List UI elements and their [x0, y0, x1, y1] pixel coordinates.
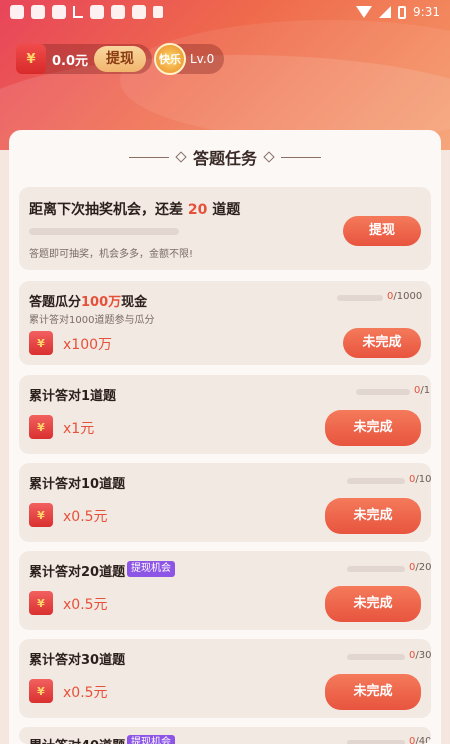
battery-icon [398, 5, 407, 19]
task-status-button[interactable]: 未完成 [325, 674, 421, 710]
withdraw-button[interactable]: 提现 [343, 216, 421, 246]
task-status-button[interactable]: 未完成 [325, 498, 421, 534]
notification-icon [153, 6, 163, 18]
divider [281, 156, 321, 158]
task-progress-text: 0/10 [409, 474, 432, 485]
remaining-count: 20 [187, 202, 208, 218]
task-status-button[interactable]: 未完成 [343, 328, 421, 358]
wifi-icon [356, 6, 373, 18]
signal-icon [379, 6, 392, 18]
task-progress-bar [347, 740, 405, 744]
task-card: 累计答对40道题 提现机会 0/40 [19, 727, 431, 744]
task-reward: x0.5元 [63, 597, 108, 613]
diamond-icon [263, 151, 275, 163]
lottery-progress-card: 距离下次抽奖机会，还差 20 道题 答题即可抽奖，机会多多，金额不限! 提现 [19, 187, 431, 270]
task-progress-bar [347, 654, 405, 660]
task-reward: x0.5元 [63, 509, 108, 525]
task-progress-text: 0/30 [409, 650, 432, 661]
task-progress-text: 0/1 [414, 385, 431, 396]
task-title: 累计答对20道题 [29, 565, 126, 580]
task-progress-bar [356, 389, 410, 395]
task-card: 累计答对20道题 提现机会 0/20 ¥ x0.5元 未完成 [19, 551, 431, 630]
level-label: Lv.0 [190, 52, 215, 66]
notification-icon [132, 5, 146, 19]
status-bar: 9:31 [0, 0, 450, 24]
lottery-progress-bar [29, 228, 179, 235]
red-envelope-icon: ¥ [29, 679, 53, 703]
withdraw-button[interactable]: 提现 [94, 46, 147, 72]
notification-icon [10, 5, 24, 19]
task-progress-text: 0/20 [409, 562, 432, 573]
task-title: 累计答对10道题 [29, 477, 126, 492]
task-title: 累计答对1道题 [29, 389, 117, 404]
red-envelope-icon: ¥ [29, 503, 53, 527]
lottery-hint: 答题即可抽奖，机会多多，金额不限! [29, 249, 194, 260]
status-time: 9:31 [413, 5, 440, 19]
withdraw-chance-tag: 提现机会 [127, 735, 175, 744]
section-header: 答题任务 [9, 144, 441, 170]
wallet-amount: 0.0元 [52, 53, 89, 69]
task-progress-bar [337, 295, 383, 301]
section-title: 答题任务 [192, 149, 257, 168]
red-envelope-icon: ¥ [29, 591, 53, 615]
withdraw-chance-tag: 提现机会 [127, 561, 175, 577]
red-envelope-icon: ¥ [29, 331, 53, 355]
download-icon [73, 6, 83, 18]
task-card: 累计答对10道题 0/10 ¥ x0.5元 未完成 [19, 463, 431, 542]
task-reward: x0.5元 [63, 685, 108, 701]
divider [128, 156, 169, 158]
level-badge: 快乐 [154, 43, 186, 75]
task-subtitle: 累计答对1000道题参与瓜分 [29, 315, 155, 326]
task-card: 累计答对30道题 0/30 ¥ x0.5元 未完成 [19, 639, 431, 718]
task-title: 答题瓜分100万现金 [29, 295, 148, 310]
notification-icon [52, 5, 66, 19]
task-card: 累计答对1道题 0/1 ¥ x1元 未完成 [19, 375, 431, 454]
task-title: 累计答对40道题 [29, 735, 125, 744]
notification-icon [111, 5, 125, 19]
task-title: 累计答对30道题 [29, 653, 126, 668]
red-envelope-icon: ¥ [16, 44, 46, 74]
user-level[interactable]: 快乐 Lv.0 [154, 43, 225, 75]
task-status-button[interactable]: 未完成 [325, 586, 421, 622]
task-progress-text: 0/1000 [387, 291, 423, 302]
task-reward: x100万 [63, 337, 113, 353]
task-card: 答题瓜分100万现金 累计答对1000道题参与瓜分 0/1000 ¥ x100万… [19, 281, 431, 365]
red-envelope-icon: ¥ [29, 415, 53, 439]
notification-icon [31, 5, 45, 19]
task-status-button[interactable]: 未完成 [325, 410, 421, 446]
lottery-title: 距离下次抽奖机会，还差 20 道题 [29, 202, 241, 218]
wallet-balance[interactable]: ¥ 0.0元 提现 [16, 44, 153, 74]
diamond-icon [175, 151, 187, 163]
task-progress-bar [347, 478, 405, 484]
task-progress-text: 0/40 [409, 736, 431, 744]
task-progress-bar [347, 566, 405, 572]
notification-icon [90, 5, 104, 19]
task-reward: x1元 [63, 421, 95, 437]
